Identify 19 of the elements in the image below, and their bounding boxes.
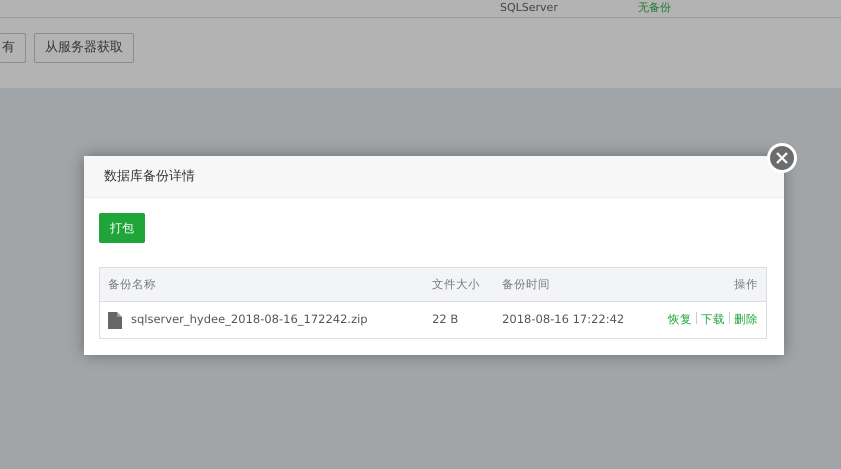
close-icon xyxy=(776,152,788,164)
action-link[interactable]: 删除 xyxy=(734,312,758,326)
toolbar-button[interactable]: 从服务器获取 xyxy=(34,33,134,62)
toolbar-button[interactable]: 有 xyxy=(0,33,26,62)
backup-time: 2018-08-16 17:22:42 xyxy=(494,302,656,338)
file-icon xyxy=(108,312,122,328)
column-header: 操作 xyxy=(656,268,766,302)
file-name: sqlserver_hydee_2018-08-16_172242.zip xyxy=(131,311,368,328)
status-text: 无备份 xyxy=(638,0,671,16)
column-header: 备份时间 xyxy=(494,268,656,302)
action-link[interactable]: 恢复 xyxy=(668,312,692,326)
file-size: 22 B xyxy=(424,302,494,338)
dialog-title: 数据库备份详情 xyxy=(84,156,784,198)
status-text: SQLServer xyxy=(500,0,558,16)
pack-button[interactable]: 打包 xyxy=(99,213,145,243)
close-button[interactable] xyxy=(767,143,797,173)
column-header: 备份名称 xyxy=(100,268,424,302)
action-link[interactable]: 下载 xyxy=(701,312,725,326)
column-header: 文件大小 xyxy=(424,268,494,302)
